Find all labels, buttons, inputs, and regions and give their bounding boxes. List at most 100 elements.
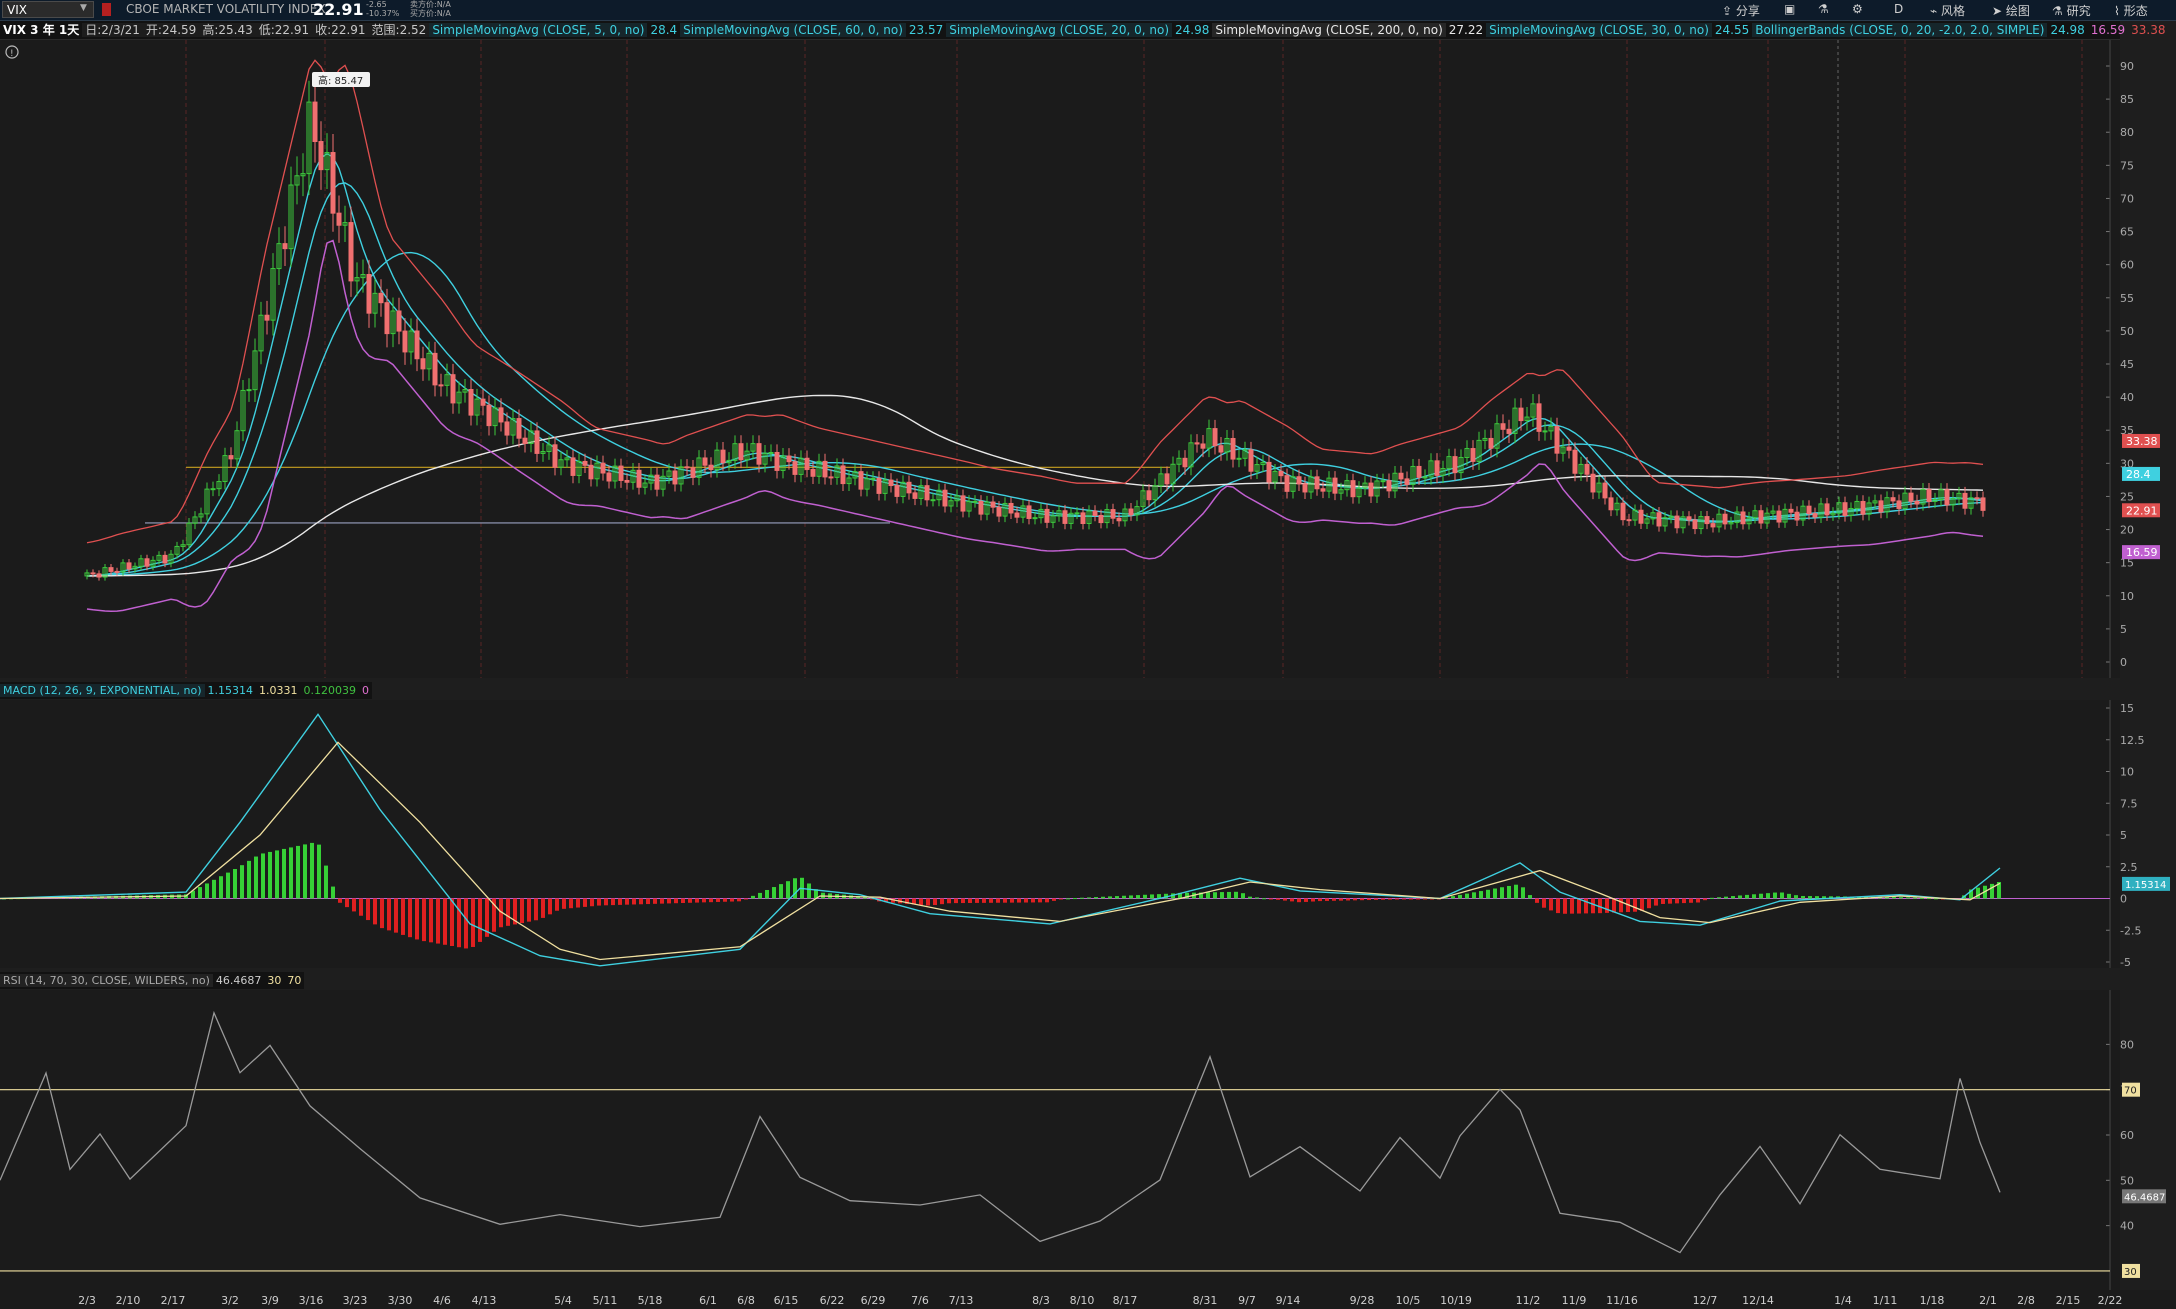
candle-body bbox=[552, 444, 558, 468]
candle-body bbox=[450, 374, 456, 404]
x-tick-label: 2/8 bbox=[2017, 1294, 2035, 1307]
x-tick-label: 8/3 bbox=[1032, 1294, 1050, 1307]
macd-hist-bar bbox=[702, 898, 706, 903]
candle-body bbox=[1812, 513, 1818, 518]
candle-body bbox=[1518, 407, 1524, 422]
candle-body bbox=[690, 467, 696, 478]
aggregation-button[interactable]: D bbox=[1894, 2, 1903, 16]
drawings-button[interactable]: ➤ 绘图 bbox=[1992, 2, 2030, 19]
y-tick-label: 45 bbox=[2120, 358, 2134, 371]
macd-hist-bar bbox=[863, 897, 867, 899]
candle-body bbox=[1926, 489, 1932, 502]
macd-hist-bar bbox=[688, 898, 692, 903]
candle-body bbox=[1062, 510, 1068, 524]
screenshot-button[interactable]: ▣ bbox=[1784, 2, 1795, 16]
macd-hist-bar bbox=[1339, 898, 1343, 901]
macd-hist-bar bbox=[779, 884, 783, 899]
x-tick-label: 9/7 bbox=[1238, 1294, 1256, 1307]
macd-hist-bar bbox=[625, 898, 629, 905]
macd-hist-bar bbox=[289, 847, 293, 899]
style-button[interactable]: ⌁ 风格 bbox=[1930, 2, 1965, 19]
price-pane[interactable]: ! 908580757065605550454035302520151050 高… bbox=[0, 40, 2176, 678]
candle-body bbox=[588, 464, 594, 480]
macd-hist-bar bbox=[464, 898, 468, 949]
x-tick-label: 11/16 bbox=[1606, 1294, 1638, 1307]
candle-body bbox=[396, 310, 402, 332]
macd-hist-bar bbox=[1682, 898, 1686, 904]
y-tick-label: 5 bbox=[2120, 623, 2127, 636]
candle-body bbox=[1788, 508, 1794, 513]
candle-body bbox=[114, 570, 120, 573]
candle-body bbox=[828, 476, 834, 479]
chevron-down-icon[interactable]: ▼ bbox=[80, 3, 87, 13]
candle-body bbox=[1380, 480, 1386, 483]
x-tick-label: 3/9 bbox=[261, 1294, 279, 1307]
study-sma5-label[interactable]: SimpleMovingAvg (CLOSE, 5, 0, no) bbox=[429, 23, 648, 37]
flask-icon[interactable]: ⚗ bbox=[1818, 2, 1829, 16]
macd-hist-bar bbox=[1808, 896, 1812, 899]
patterns-button[interactable]: ⌇ 形态 bbox=[2114, 2, 2148, 19]
macd-hist-bar bbox=[1080, 897, 1084, 899]
candle-body bbox=[1656, 512, 1662, 527]
macd-hist-bar bbox=[1913, 897, 1917, 899]
candle-body bbox=[1434, 460, 1440, 476]
macd-hist-bar bbox=[282, 848, 286, 899]
study-sma20-label[interactable]: SimpleMovingAvg (CLOSE, 20, 0, no) bbox=[946, 23, 1173, 37]
share-button[interactable]: ⇪ 分享 bbox=[1722, 2, 1760, 19]
x-tick-label: 12/7 bbox=[1693, 1294, 1718, 1307]
macd-hist-bar bbox=[1143, 894, 1147, 899]
x-tick-label: 1/4 bbox=[1834, 1294, 1852, 1307]
x-tick-label: 9/14 bbox=[1276, 1294, 1301, 1307]
macd-hist-bar bbox=[275, 850, 279, 899]
x-tick-label: 5/4 bbox=[554, 1294, 572, 1307]
y-tick-label: 12.5 bbox=[2120, 734, 2145, 747]
candle-body bbox=[1146, 490, 1152, 501]
candle-body bbox=[1674, 515, 1680, 529]
change-percent: -10.37% bbox=[366, 9, 400, 18]
candle-body bbox=[210, 488, 216, 491]
macd-hist-bar bbox=[296, 845, 300, 899]
macd-hist-bar bbox=[1108, 896, 1112, 899]
macd-hist-bar bbox=[1381, 898, 1385, 900]
study-sma60-label[interactable]: SimpleMovingAvg (CLOSE, 60, 0, no) bbox=[680, 23, 906, 37]
candle-body bbox=[582, 460, 588, 466]
y-tick-label: 90 bbox=[2120, 60, 2134, 73]
x-tick-label: 2/15 bbox=[2056, 1294, 2081, 1307]
price-tag-label: 28.4 bbox=[2126, 468, 2151, 481]
macd-hist-bar bbox=[415, 898, 419, 940]
macd-hist-bar bbox=[744, 898, 748, 900]
candle-body bbox=[1278, 470, 1284, 477]
x-tick-label: 9/28 bbox=[1350, 1294, 1375, 1307]
study-sma200-label[interactable]: SimpleMovingAvg (CLOSE, 200, 0, no) bbox=[1212, 23, 1446, 37]
macd-hist-bar bbox=[1255, 897, 1259, 899]
y-tick-label: 40 bbox=[2120, 1220, 2134, 1233]
macd-hist-bar bbox=[254, 856, 258, 899]
rsi-oversold: 30 bbox=[267, 974, 282, 987]
macd-hist-bar bbox=[1374, 898, 1378, 900]
candle-body bbox=[738, 443, 744, 461]
x-tick-label: 5/18 bbox=[638, 1294, 663, 1307]
study-sma30-label[interactable]: SimpleMovingAvg (CLOSE, 30, 0, no) bbox=[1486, 23, 1712, 37]
study-bollinger-mid: 24.98 bbox=[2050, 23, 2085, 37]
gear-icon[interactable]: ⚙ bbox=[1852, 2, 1863, 16]
patterns-label: 形态 bbox=[2123, 4, 2148, 18]
macd-label[interactable]: MACD (12, 26, 9, EXPONENTIAL, no) bbox=[0, 684, 205, 697]
candle-body bbox=[1602, 482, 1608, 499]
flag-icon[interactable] bbox=[102, 3, 111, 16]
chart-period[interactable]: VIX 3 年 1天 bbox=[0, 23, 82, 37]
candle-body bbox=[1314, 476, 1320, 490]
rsi-label[interactable]: RSI (14, 70, 30, CLOSE, WILDERS, no) bbox=[0, 974, 213, 987]
y-tick-label: 0 bbox=[2120, 893, 2127, 906]
studies-button[interactable]: ⚗ 研究 bbox=[2052, 2, 2091, 19]
macd-pane[interactable]: 15 12.5 10 7.5 5 2.5 0 -2.5 -5 1.15314 bbox=[0, 700, 2176, 968]
study-bollinger-label[interactable]: BollingerBands (CLOSE, 0, 20, -2.0, 2.0,… bbox=[1752, 23, 2048, 37]
pattern-icon: ⌇ bbox=[2114, 4, 2124, 18]
rsi-pane[interactable]: 80706050407030 46.4687 bbox=[0, 990, 2176, 1290]
x-tick-label: 3/16 bbox=[299, 1294, 324, 1307]
candle-body bbox=[1896, 500, 1902, 509]
change-value: -2.65 bbox=[366, 0, 387, 9]
candle-body bbox=[1110, 509, 1116, 519]
candle-body bbox=[378, 292, 384, 304]
candle-body bbox=[1128, 508, 1134, 516]
macd-hist-bar bbox=[436, 898, 440, 944]
